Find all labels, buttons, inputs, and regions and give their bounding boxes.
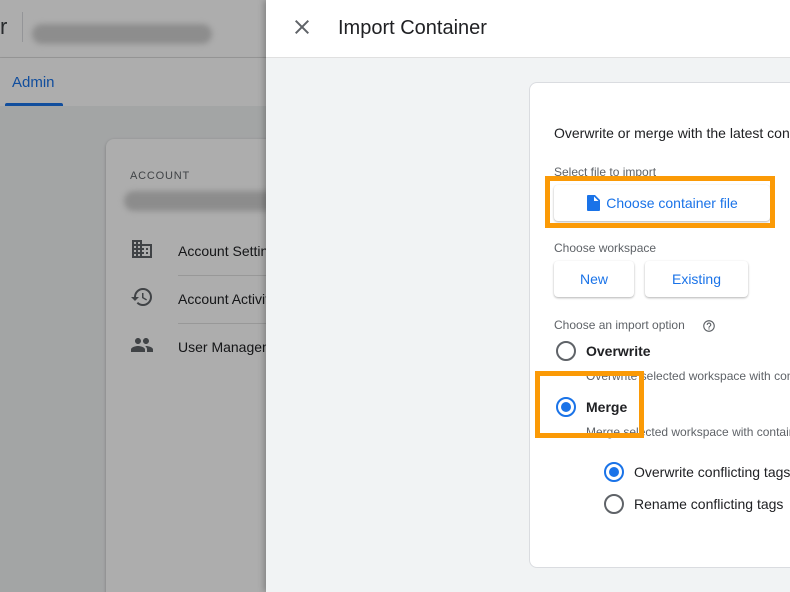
existing-workspace-button[interactable]: Existing	[645, 261, 748, 297]
import-container-panel: Import Container Overwrite or merge with…	[266, 0, 790, 592]
select-file-label: Select file to import	[554, 165, 657, 179]
new-workspace-button[interactable]: New	[554, 261, 634, 297]
rename-conflicting-tags-label: Rename conflicting tags	[634, 496, 784, 512]
overwrite-option-label: Overwrite	[586, 343, 651, 359]
close-icon	[295, 20, 309, 34]
merge-option-label: Merge	[586, 399, 628, 415]
panel-header: Import Container	[266, 0, 790, 58]
overwrite-radio[interactable]	[556, 341, 576, 361]
close-button[interactable]	[290, 15, 314, 39]
intro-text: Overwrite or merge with the latest conta…	[554, 125, 790, 141]
choose-file-label: Choose container file	[606, 195, 738, 211]
file-icon	[587, 195, 601, 211]
rename-conflicting-tags-radio[interactable]	[604, 494, 624, 514]
overwrite-conflicting-tags-radio[interactable]	[604, 462, 624, 482]
merge-radio[interactable]	[556, 397, 576, 417]
panel-title: Import Container	[338, 17, 487, 39]
merge-option-description: Merge selected workspace with container	[586, 425, 790, 439]
choose-workspace-label: Choose workspace	[554, 241, 657, 255]
help-icon[interactable]	[702, 319, 716, 333]
import-option-label: Choose an import option	[554, 318, 685, 332]
import-form-card: Overwrite or merge with the latest conta…	[529, 82, 790, 568]
overwrite-option-description: Overwrite selected workspace with contai…	[586, 369, 790, 383]
overwrite-conflicting-tags-label: Overwrite conflicting tags	[634, 464, 790, 480]
choose-container-file-button[interactable]: Choose container file	[554, 185, 770, 221]
